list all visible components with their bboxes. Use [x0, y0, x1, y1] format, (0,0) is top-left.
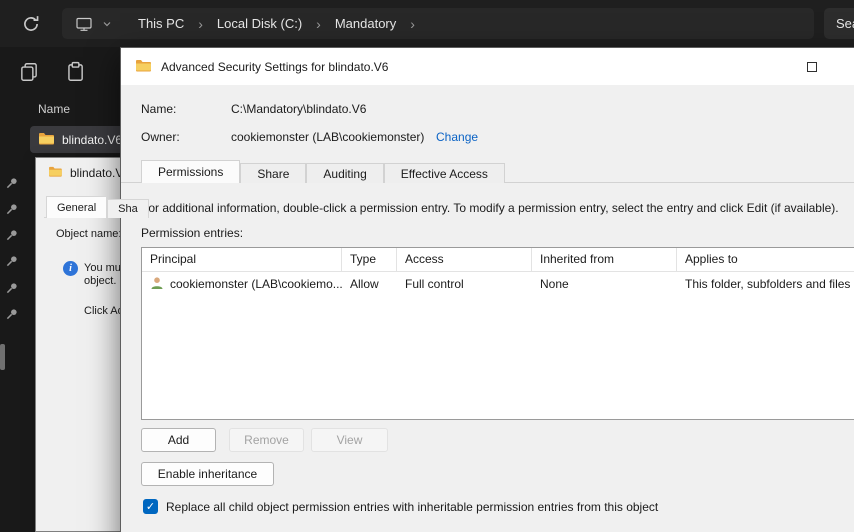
cell-inherited-from: None [540, 277, 569, 291]
tab-auditing[interactable]: Auditing [306, 163, 384, 183]
paste-icon[interactable] [64, 61, 86, 83]
change-owner-link[interactable]: Change [436, 130, 478, 144]
pin-icon[interactable] [5, 281, 19, 295]
inheritance-checkbox[interactable]: ✓ [143, 499, 158, 514]
cell-access: Full control [405, 277, 464, 291]
permission-entries-table: Principal Type Access Inherited from App… [141, 247, 854, 420]
column-applies-to[interactable]: Applies to [677, 248, 854, 271]
pin-icon[interactable] [5, 228, 19, 242]
tab-general[interactable]: General [46, 196, 108, 218]
dialog-tabs: Permissions Share Auditing Effective Acc… [141, 160, 505, 183]
enable-inheritance-button[interactable]: Enable inheritance [141, 462, 274, 486]
pin-icon[interactable] [5, 254, 19, 268]
chevron-right-icon: › [198, 15, 203, 32]
cell-applies-to: This folder, subfolders and files [685, 277, 851, 291]
remove-button[interactable]: Remove [229, 428, 304, 452]
add-button[interactable]: Add [141, 428, 216, 452]
dialog-title-bar: Advanced Security Settings for blindato.… [121, 48, 854, 85]
advanced-security-dialog: Advanced Security Settings for blindato.… [120, 47, 854, 532]
pin-icon[interactable] [5, 202, 19, 216]
copy-icon[interactable] [18, 61, 40, 83]
cell-type: Allow [350, 277, 379, 291]
column-header-name[interactable]: Name [38, 102, 70, 116]
check-icon: ✓ [145, 501, 156, 513]
tab-effective-access[interactable]: Effective Access [383, 163, 505, 183]
owner-label: Owner: [141, 130, 180, 144]
inheritance-checkbox-label: Replace all child object permission entr… [166, 500, 659, 514]
column-access[interactable]: Access [397, 248, 532, 271]
explorer-toolbar: This PC › Local Disk (C:) › Mandatory › … [0, 0, 854, 47]
tab-permissions[interactable]: Permissions [141, 160, 241, 183]
search-input[interactable]: Sea [824, 8, 854, 39]
properties-dialog-title: blindato.V [70, 166, 124, 180]
chevron-right-icon: › [316, 15, 321, 32]
desktop: This PC › Local Disk (C:) › Mandatory › … [0, 0, 854, 532]
table-row[interactable]: cookiemonster (LAB\cookiemo... Allow Ful… [142, 272, 854, 296]
folder-icon [135, 59, 151, 75]
properties-info-text: Click Ad [84, 305, 124, 317]
cell-principal: cookiemonster (LAB\cookiemo... [170, 277, 342, 291]
tab-share[interactable]: Share [240, 163, 307, 183]
pin-icon[interactable] [5, 176, 19, 190]
maximize-button[interactable] [789, 48, 835, 85]
owner-value: cookiemonster (LAB\cookiemonster) [231, 130, 425, 144]
maximize-icon [807, 61, 817, 72]
name-value: C:\Mandatory\blindato.V6 [231, 102, 367, 116]
folder-icon [38, 132, 54, 148]
name-label: Name: [141, 102, 177, 116]
info-icon: i [63, 261, 78, 276]
dialog-title: Advanced Security Settings for blindato.… [161, 59, 389, 74]
table-header-row: Principal Type Access Inherited from App… [142, 248, 854, 272]
breadcrumb-this-pc[interactable]: This PC [130, 16, 192, 31]
breadcrumb-mandatory[interactable]: Mandatory [327, 16, 404, 31]
view-button[interactable]: View [311, 428, 388, 452]
breadcrumb-local-disk[interactable]: Local Disk (C:) [209, 16, 310, 31]
tab-sharing[interactable]: Sha [107, 199, 149, 218]
scrollbar-thumb[interactable] [0, 344, 5, 370]
chevron-right-icon: › [410, 15, 415, 32]
refresh-icon[interactable] [21, 14, 41, 34]
column-inherited-from[interactable]: Inherited from [532, 248, 677, 271]
this-pc-icon [76, 16, 92, 32]
instructions-text: For additional information, double-click… [141, 201, 839, 215]
folder-icon [48, 166, 62, 180]
properties-info-text: object. [84, 275, 117, 287]
pin-icon[interactable] [5, 307, 19, 321]
file-name: blindato.V6 [62, 132, 123, 147]
chevron-down-icon[interactable] [102, 19, 112, 29]
user-icon [150, 276, 164, 293]
column-principal[interactable]: Principal [142, 248, 342, 271]
column-type[interactable]: Type [342, 248, 397, 271]
permission-entries-label: Permission entries: [141, 226, 244, 240]
object-name-label: Object name: [56, 228, 122, 240]
address-bar[interactable]: This PC › Local Disk (C:) › Mandatory › [62, 8, 814, 39]
